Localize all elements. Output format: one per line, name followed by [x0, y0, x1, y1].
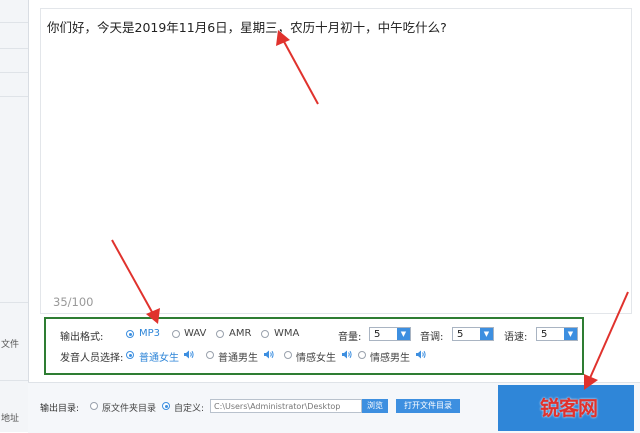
voice-select-label: 发音人员选择: — [60, 353, 124, 364]
voice-option-emotional-female[interactable]: 情感女生 — [296, 349, 336, 364]
browse-button[interactable]: 浏览 — [362, 399, 388, 413]
sidebar-divider — [0, 22, 28, 23]
chevron-down-icon: ▼ — [564, 328, 577, 340]
editor-content[interactable]: 你们好，今天是2019年11月6日，星期三，农历十月初十，中午吃什么? — [47, 17, 447, 36]
output-radio-custom[interactable] — [162, 402, 170, 410]
sidebar-divider — [0, 48, 28, 49]
sidebar-divider — [0, 72, 28, 73]
open-folder-button[interactable]: 打开文件目录 — [396, 399, 460, 413]
speed-label: 语速: — [504, 332, 528, 343]
voice-radio-emotional-female[interactable] — [284, 351, 292, 359]
format-option-amr[interactable]: AMR — [229, 328, 251, 339]
char-counter: 35/100 — [53, 295, 94, 309]
speaker-icon[interactable] — [184, 350, 194, 359]
chevron-down-icon: ▼ — [397, 328, 410, 340]
speaker-icon[interactable] — [264, 350, 274, 359]
output-radio-original[interactable] — [90, 402, 98, 410]
sidebar-divider — [0, 96, 28, 97]
sidebar-divider — [0, 380, 28, 381]
format-radio-wma[interactable] — [261, 330, 269, 338]
sidebar-divider — [0, 302, 28, 303]
volume-value: 5 — [374, 329, 381, 340]
pitch-select[interactable]: 5 ▼ — [452, 327, 494, 341]
format-radio-wav[interactable] — [172, 330, 180, 338]
speaker-icon[interactable] — [416, 350, 426, 359]
format-radio-amr[interactable] — [216, 330, 224, 338]
sidebar-item-file[interactable]: 文件 — [1, 337, 19, 350]
voice-radio-emotional-male[interactable] — [358, 351, 366, 359]
volume-label: 音量: — [338, 332, 362, 343]
volume-select[interactable]: 5 ▼ — [369, 327, 411, 341]
settings-panel: 输出格式: MP3 WAV AMR WMA 音量: 5 ▼ 音调: 5 ▼ 语速… — [44, 317, 584, 375]
voice-radio-normal-female[interactable] — [126, 351, 134, 359]
speed-select[interactable]: 5 ▼ — [536, 327, 578, 341]
output-format-label: 输出格式: — [60, 332, 104, 343]
sidebar-item-address[interactable]: 地址 — [1, 411, 19, 424]
pitch-value: 5 — [457, 329, 464, 340]
voice-option-emotional-male[interactable]: 情感男生 — [370, 349, 410, 364]
chevron-down-icon: ▼ — [480, 328, 493, 340]
pitch-label: 音调: — [420, 332, 444, 343]
voice-option-normal-female[interactable]: 普通女生 — [139, 349, 179, 364]
voice-radio-normal-male[interactable] — [206, 351, 214, 359]
speed-value: 5 — [541, 329, 548, 340]
format-radio-mp3[interactable] — [126, 330, 134, 338]
left-sidebar: 文件 地址 — [0, 0, 29, 432]
speaker-icon[interactable] — [342, 350, 352, 359]
format-option-wma[interactable]: WMA — [274, 328, 299, 339]
output-dir-label: 输出目录: — [40, 404, 80, 414]
output-option-original[interactable]: 原文件夹目录 — [102, 401, 156, 414]
voice-option-normal-male[interactable]: 普通男生 — [218, 349, 258, 364]
format-option-wav[interactable]: WAV — [184, 328, 206, 339]
format-option-mp3[interactable]: MP3 — [139, 328, 160, 339]
output-path-input[interactable]: C:\Users\Administrator\Desktop — [210, 399, 362, 413]
text-editor[interactable]: 你们好，今天是2019年11月6日，星期三，农历十月初十，中午吃什么? 35/1… — [40, 8, 632, 314]
watermark-logo: 锐客网 — [540, 396, 598, 420]
output-option-custom[interactable]: 自定义: — [174, 401, 204, 414]
